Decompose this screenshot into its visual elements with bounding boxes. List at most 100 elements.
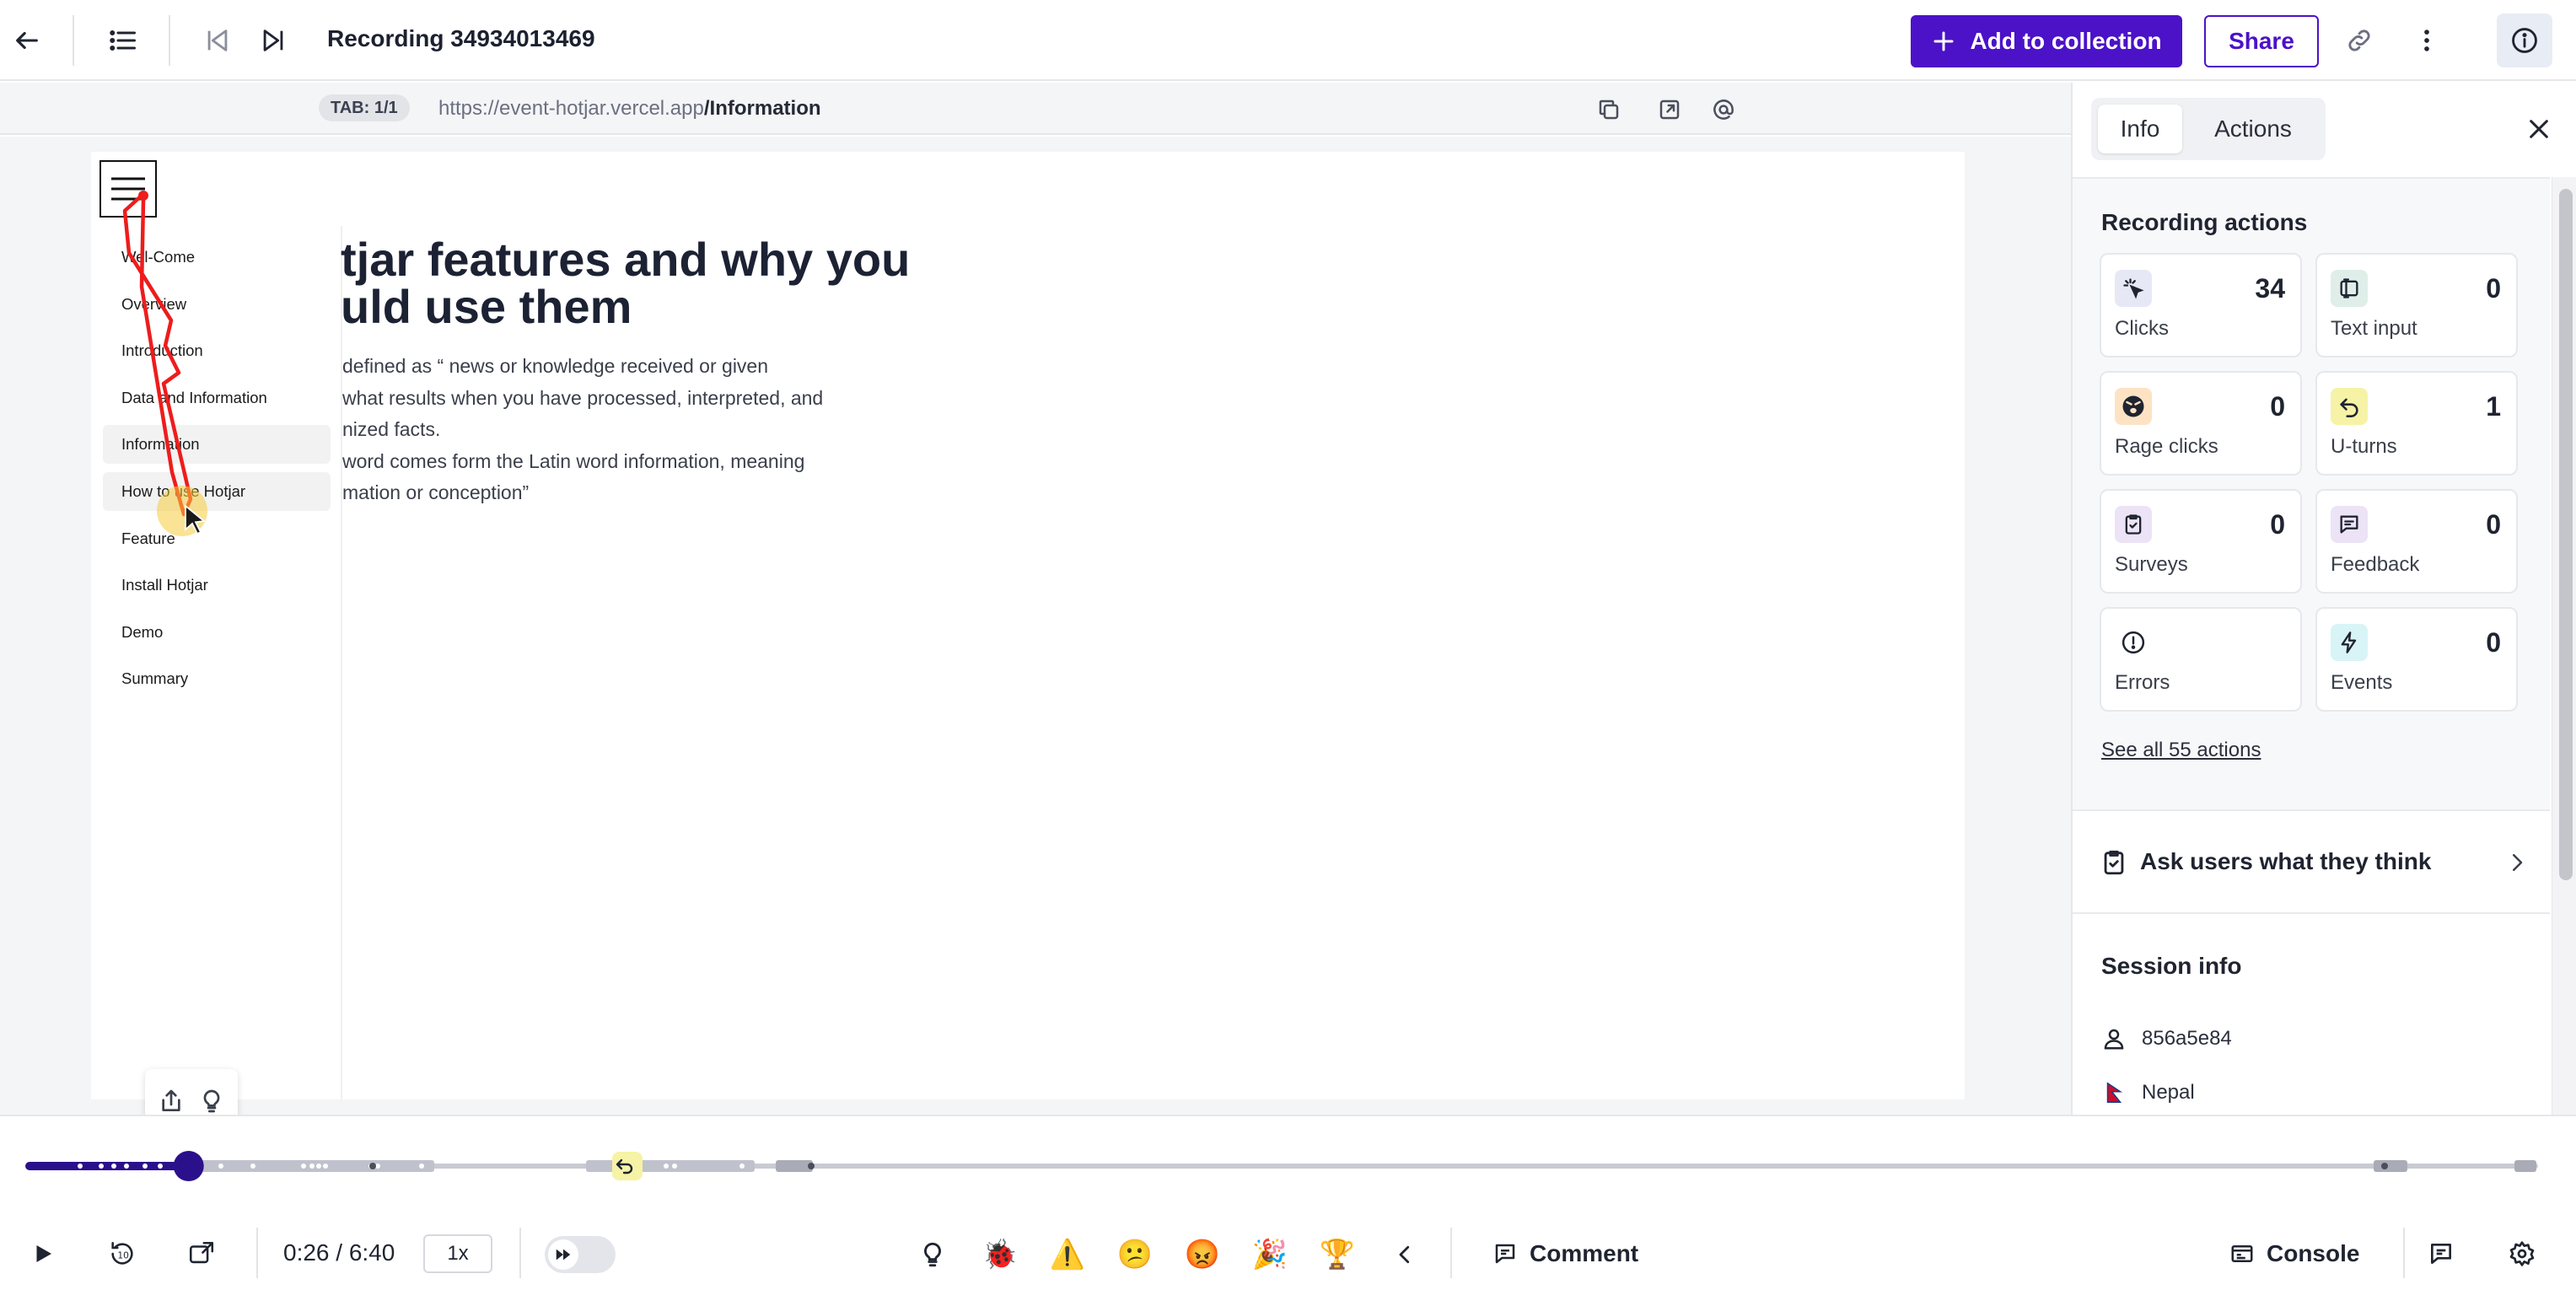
events-card[interactable]: 0 Events: [2315, 607, 2518, 712]
rage-clicks-card[interactable]: 0 Rage clicks: [2100, 371, 2302, 476]
headline-line: uld use them: [341, 280, 632, 333]
reaction-party-icon[interactable]: 🎉: [1251, 1236, 1288, 1273]
divider: [256, 1228, 258, 1278]
tab-info[interactable]: Info: [2098, 105, 2182, 153]
reaction-trophy-icon[interactable]: 🏆: [1319, 1236, 1356, 1273]
click-icon: [2115, 270, 2152, 307]
divider: [519, 1228, 521, 1278]
site-menu-icon: [99, 160, 157, 218]
mention-icon[interactable]: [1708, 94, 1739, 125]
recording-viewport: Wel-Come Overview Introduction Data and …: [0, 137, 2071, 1115]
divider: [2403, 1228, 2405, 1278]
recording-title: Recording 34934013469: [327, 25, 595, 51]
reaction-angry-icon[interactable]: 😡: [1184, 1236, 1221, 1273]
feedback-card[interactable]: 0 Feedback: [2315, 489, 2518, 594]
play-icon[interactable]: [22, 1233, 64, 1275]
timeline-event-segment: [776, 1160, 813, 1172]
timeline-playhead: [173, 1151, 204, 1181]
previous-recording-icon[interactable]: [194, 17, 241, 64]
session-country-row: Nepal: [2101, 1078, 2195, 1108]
timeline-event-dot: [369, 1163, 376, 1169]
feedback-chat-icon[interactable]: [2420, 1233, 2462, 1275]
errors-card[interactable]: Errors: [2100, 607, 2302, 712]
paragraph-line: defined as “ news or knowledge received …: [342, 355, 769, 377]
scrollbar-thumb[interactable]: [2559, 189, 2573, 880]
events-count: 0: [2486, 627, 2501, 658]
more-options-icon[interactable]: [2403, 17, 2450, 64]
tab-badge: TAB: 1/1: [319, 94, 410, 121]
page-paragraph: defined as “ news or knowledge received …: [342, 351, 1101, 509]
text-input-icon: [2331, 270, 2368, 307]
site-nav-item-hovered: How to use Hotjar: [103, 471, 331, 511]
page-url: https://event-hotjar.vercel.app/Informat…: [438, 97, 821, 121]
console-label: Console: [2267, 1240, 2360, 1266]
share-button[interactable]: Share: [2204, 15, 2319, 67]
surveys-card[interactable]: 0 Surveys: [2100, 489, 2302, 594]
link-icon[interactable]: [2336, 17, 2383, 64]
paragraph-line: mation or conception”: [342, 481, 530, 503]
rewind-10-icon[interactable]: 10: [101, 1233, 143, 1275]
divider: [73, 15, 74, 66]
skip-inactivity-toggle[interactable]: [545, 1236, 616, 1273]
copy-icon[interactable]: [1594, 94, 1624, 125]
timeline-event-segment: [2374, 1160, 2407, 1172]
comment-button[interactable]: Comment: [1492, 1234, 1638, 1273]
u-turns-card[interactable]: 1 U-turns: [2315, 371, 2518, 476]
site-nav-item: Demo: [121, 622, 164, 641]
top-bar: Recording 34934013469 Add to collection …: [0, 0, 2576, 81]
back-arrow-icon[interactable]: [3, 17, 51, 64]
close-icon[interactable]: [2520, 110, 2558, 148]
clicks-card[interactable]: 34 Clicks: [2100, 253, 2302, 357]
comment-icon: [1492, 1241, 1518, 1266]
site-nav-item: Summary: [121, 669, 189, 688]
site-nav-item: Overview: [121, 294, 187, 313]
session-user-id: 856a5e84: [2142, 1027, 2232, 1050]
site-nav-item: Wel-Come: [121, 248, 196, 266]
lightbulb-icon[interactable]: [198, 1088, 225, 1115]
url-path: /Information: [703, 97, 821, 120]
feedback-icon: [2331, 506, 2368, 543]
share-out-icon[interactable]: [158, 1088, 185, 1115]
timeline-event-segment: [2514, 1160, 2536, 1172]
svg-text:10: 10: [117, 1250, 129, 1261]
recorded-page: Wel-Come Overview Introduction Data and …: [91, 152, 1965, 1099]
next-recording-icon[interactable]: [250, 17, 297, 64]
panel-scrollbar[interactable]: [2552, 177, 2576, 1115]
add-to-collection-button[interactable]: Add to collection: [1911, 15, 2182, 67]
ask-users-label: Ask users what they think: [2140, 848, 2432, 874]
u-turns-count: 1: [2486, 391, 2501, 422]
settings-gear-icon[interactable]: [2501, 1233, 2543, 1275]
open-external-icon[interactable]: [1654, 94, 1685, 125]
comment-label: Comment: [1530, 1240, 1639, 1266]
text-input-label: Text input: [2331, 317, 2417, 340]
skip-forward-icon[interactable]: [180, 1233, 223, 1275]
rage-clicks-label: Rage clicks: [2115, 435, 2218, 458]
playback-speed-button[interactable]: 1x: [423, 1234, 492, 1273]
timeline[interactable]: [0, 1116, 2576, 1217]
fast-forward-icon: [548, 1239, 578, 1270]
see-all-actions-link[interactable]: See all 55 actions: [2101, 739, 2261, 762]
session-info-title: Session info: [2101, 953, 2242, 979]
reaction-warning-icon[interactable]: ⚠️: [1049, 1236, 1086, 1273]
console-icon: [2229, 1241, 2255, 1266]
console-button[interactable]: Console: [2229, 1234, 2359, 1273]
surveys-count: 0: [2270, 509, 2285, 540]
reaction-confused-icon[interactable]: 😕: [1116, 1236, 1154, 1273]
site-nav-item: Data and Information: [121, 388, 267, 406]
reaction-lightbulb-icon[interactable]: [914, 1236, 951, 1273]
headline-line: tjar features and why you: [341, 233, 911, 286]
tab-actions[interactable]: Actions: [2189, 105, 2317, 153]
u-turns-label: U-turns: [2331, 435, 2397, 458]
site-nav-item: Install Hotjar: [121, 576, 208, 594]
timeline-event-dot: [808, 1163, 815, 1169]
text-input-card[interactable]: 0 Text input: [2315, 253, 2518, 357]
player-controls-area: 10 0:26 / 6:40 1x 🐞 ⚠️ 😕 😡 🎉 🏆 Comment C…: [0, 1115, 2576, 1288]
clicks-label: Clicks: [2115, 317, 2169, 340]
timeline-event-segment: [586, 1160, 755, 1172]
ask-users-row[interactable]: Ask users what they think: [2073, 809, 2550, 914]
reaction-bug-icon[interactable]: 🐞: [981, 1236, 1019, 1273]
mouse-cursor-icon: [184, 504, 207, 535]
list-icon[interactable]: [99, 17, 147, 64]
info-icon[interactable]: [2497, 13, 2552, 67]
collapse-reactions-icon[interactable]: [1386, 1236, 1423, 1273]
